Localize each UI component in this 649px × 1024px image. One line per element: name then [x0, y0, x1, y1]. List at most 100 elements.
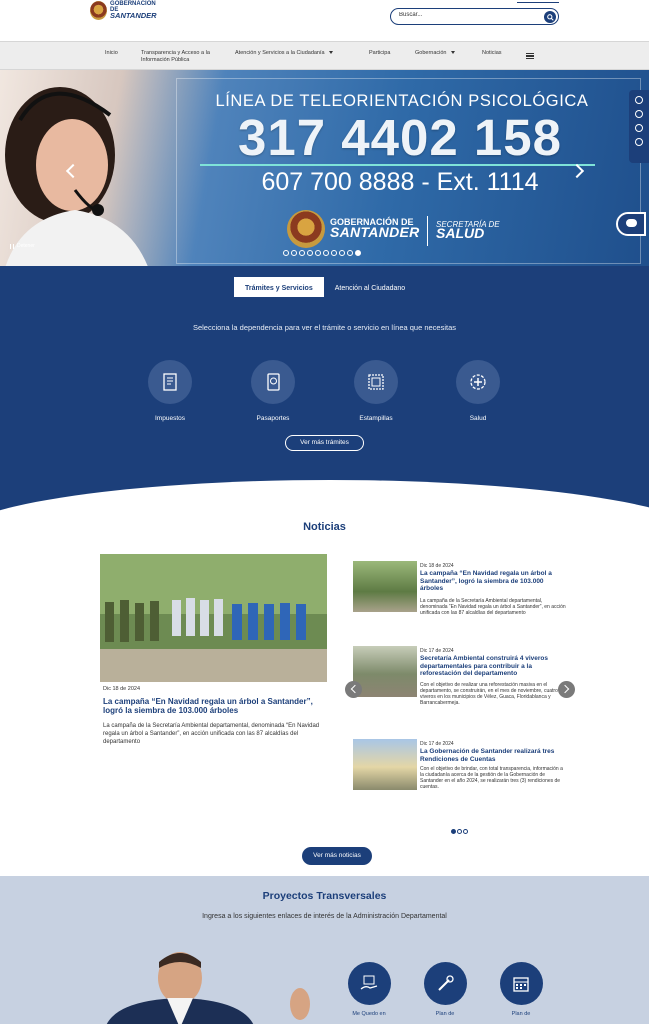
contrast-icon[interactable] [635, 96, 643, 104]
proyecto-me-quedo[interactable]: Me Quedo en [339, 962, 399, 1018]
news-date: Dic 18 de 2024 [420, 563, 454, 569]
news-page-dot[interactable] [463, 829, 468, 834]
news-page-dot[interactable] [457, 829, 462, 834]
carousel-dot[interactable] [331, 250, 337, 256]
section-wave [0, 480, 649, 511]
passport-icon [251, 360, 295, 404]
pause-button[interactable]: Detener [10, 243, 35, 249]
carousel-dot[interactable] [283, 250, 289, 256]
chat-icon[interactable] [616, 212, 646, 236]
chevron-down-icon [328, 51, 333, 55]
side-news-item[interactable]: Dic 17 de 2024 Secretaría Ambiental cons… [353, 646, 575, 720]
carousel-dot[interactable] [355, 250, 361, 256]
nav-item-atencion[interactable]: Atención y Servicios a la Ciudadanía [235, 50, 333, 57]
hero-gob-logo: GOBERNACIÓN DE SANTANDER [330, 217, 420, 240]
nav-item-inicio[interactable]: Inicio [105, 50, 118, 57]
news-next-icon[interactable] [558, 681, 575, 698]
font-decrease-icon[interactable] [635, 110, 643, 118]
reader-icon[interactable] [635, 138, 643, 146]
nav-label: Gobernación [415, 50, 447, 56]
tramite-label: Impuestos [155, 415, 185, 422]
carousel-dot[interactable] [307, 250, 313, 256]
hero-sec-line2: SALUD [436, 225, 485, 241]
news-page-dot[interactable] [451, 829, 456, 834]
main-news-headline[interactable]: La campaña “En Navidad regala un árbol a… [103, 697, 328, 715]
proyecto-label: Me Quedo en [352, 1011, 386, 1017]
tramite-label: Pasaportes [256, 415, 290, 422]
hero-divider [200, 164, 595, 166]
carousel-dot[interactable] [339, 250, 345, 256]
carousel-dot[interactable] [347, 250, 353, 256]
tramite-salud[interactable]: Salud [438, 360, 518, 422]
chevron-down-icon [450, 51, 455, 55]
pause-label: Detener [17, 243, 35, 249]
news-headline: La campaña “En Navidad regala un árbol a… [420, 570, 552, 592]
news-thumbnail [353, 739, 417, 790]
santander-seal-icon [90, 0, 108, 20]
news-headline: La Gobernación de Santander realizará tr… [420, 748, 555, 763]
tramite-pasaportes[interactable]: Pasaportes [233, 360, 313, 422]
stamp-icon [354, 360, 398, 404]
more-tramites-button[interactable]: Ver más trámites [285, 435, 364, 451]
news-body: Con el objetivo de brindar, con total tr… [420, 766, 563, 790]
main-news-body: La campaña de la Secretaría Ambiental de… [103, 723, 320, 745]
hamburger-icon[interactable] [526, 53, 534, 59]
nav-label: Noticias [482, 50, 502, 56]
tab-atencion[interactable]: Atención al Ciudadano [324, 277, 416, 301]
nav-item-participa[interactable]: Participa [369, 50, 390, 57]
news-thumbnail [353, 646, 417, 697]
nav-item-gobernacion[interactable]: Gobernación [415, 50, 455, 57]
nav-item-transparencia[interactable]: Transparencia y Acceso a la Información … [141, 50, 221, 63]
news-body: La campaña de la Secretaría Ambiental de… [420, 598, 566, 616]
nav-label: Participa [369, 50, 391, 56]
logo-text: GOBERNACIÓN DE SANTANDER [110, 1, 160, 19]
carousel-dot[interactable] [315, 250, 321, 256]
proyectos-section: Proyectos Transversales Ingresa a los si… [0, 876, 649, 1024]
proyecto-plan-2[interactable]: Plan de [491, 962, 551, 1018]
top-header: GOBERNACIÓN DE SANTANDER [0, 0, 649, 41]
hero-carousel: LÍNEA DE TELEORIENTACIÓN PSICOLÓGICA 317… [0, 70, 649, 266]
tools-icon [423, 962, 467, 1005]
accessibility-toolbar [629, 90, 649, 163]
top-link[interactable] [517, 0, 559, 3]
tramite-label: Salud [469, 415, 487, 422]
font-increase-icon[interactable] [635, 124, 643, 132]
carousel-dot[interactable] [299, 250, 305, 256]
tab-tramites[interactable]: Trámites y Servicios [234, 277, 324, 301]
search-input[interactable] [399, 12, 539, 18]
search-icon [546, 13, 554, 21]
search-box [390, 8, 559, 25]
hero-gob-line2: SANTANDER [330, 224, 420, 240]
nav-label: Inicio [105, 50, 118, 56]
news-body: Con el objetivo de realizar una reforest… [420, 682, 566, 706]
gobernacion-logo[interactable]: GOBERNACIÓN DE SANTANDER [90, 0, 160, 20]
proyectos-subtitle: Ingresa a los siguientes enlaces de inte… [202, 913, 447, 920]
nav-item-noticias[interactable]: Noticias [482, 50, 502, 57]
pause-icon [10, 243, 14, 249]
carousel-dot[interactable] [323, 250, 329, 256]
proyecto-label: Plan de [435, 1011, 455, 1017]
tramite-label: Estampillas [359, 415, 393, 422]
side-news-item[interactable]: Dic 17 de 2024 La Gobernación de Santand… [353, 739, 575, 801]
hero-logo-divider [427, 216, 428, 246]
main-nav: Inicio Transparencia y Acceso a la Infor… [0, 41, 649, 70]
proyecto-plan-1[interactable]: Plan de [415, 962, 475, 1018]
news-thumbnail [353, 561, 417, 612]
main-news-image[interactable] [100, 554, 327, 682]
search-button[interactable] [544, 11, 556, 23]
carousel-indicators [283, 250, 361, 256]
tramites-section: Trámites y Servicios Atención al Ciudada… [0, 266, 649, 511]
nav-label: Atención y Servicios a la Ciudadanía [235, 50, 325, 56]
news-prev-icon[interactable] [345, 681, 362, 698]
hero-ext: 607 700 8888 - Ext. 1114 [261, 168, 539, 196]
calendar-icon [499, 962, 543, 1005]
carousel-dot[interactable] [291, 250, 297, 256]
tramite-estampillas[interactable]: Estampillas [336, 360, 416, 422]
more-news-button[interactable]: Ver más noticias [302, 847, 372, 865]
tramites-tabs: Trámites y Servicios Atención al Ciudada… [234, 277, 416, 301]
news-date: Dic 17 de 2024 [420, 741, 454, 747]
news-headline: Secretaría Ambiental construirá 4 vivero… [420, 655, 549, 677]
side-news-item[interactable]: Dic 18 de 2024 La campaña “En Navidad re… [353, 561, 575, 631]
news-pagination [451, 829, 468, 834]
tramite-impuestos[interactable]: Impuestos [130, 360, 210, 422]
